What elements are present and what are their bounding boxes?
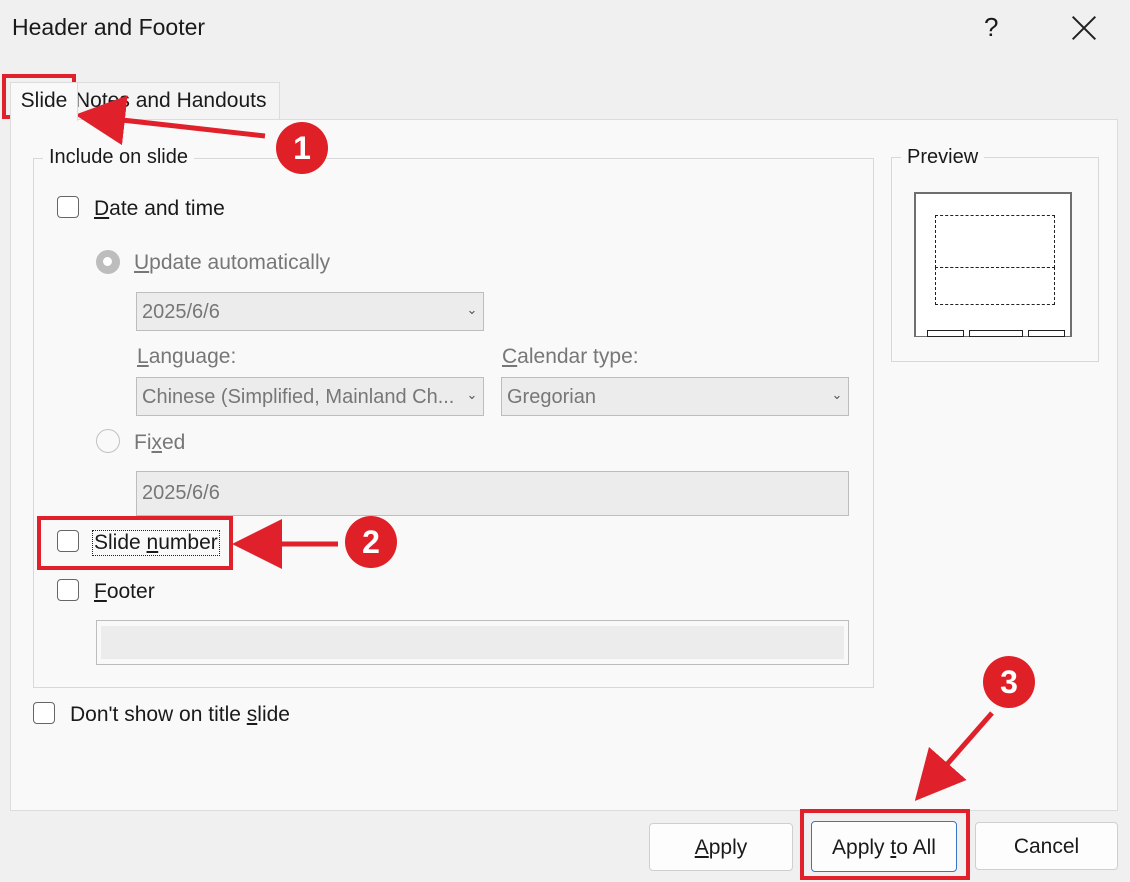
tab-slide[interactable]: Slide (10, 82, 78, 121)
badge-step-2: 2 (345, 516, 397, 568)
annotation-arrows (75, 95, 994, 802)
badge-step-1: 1 (276, 122, 328, 174)
arrow-3 (914, 711, 994, 802)
arrow-1 (75, 95, 266, 146)
badge-step-3: 3 (983, 656, 1035, 708)
